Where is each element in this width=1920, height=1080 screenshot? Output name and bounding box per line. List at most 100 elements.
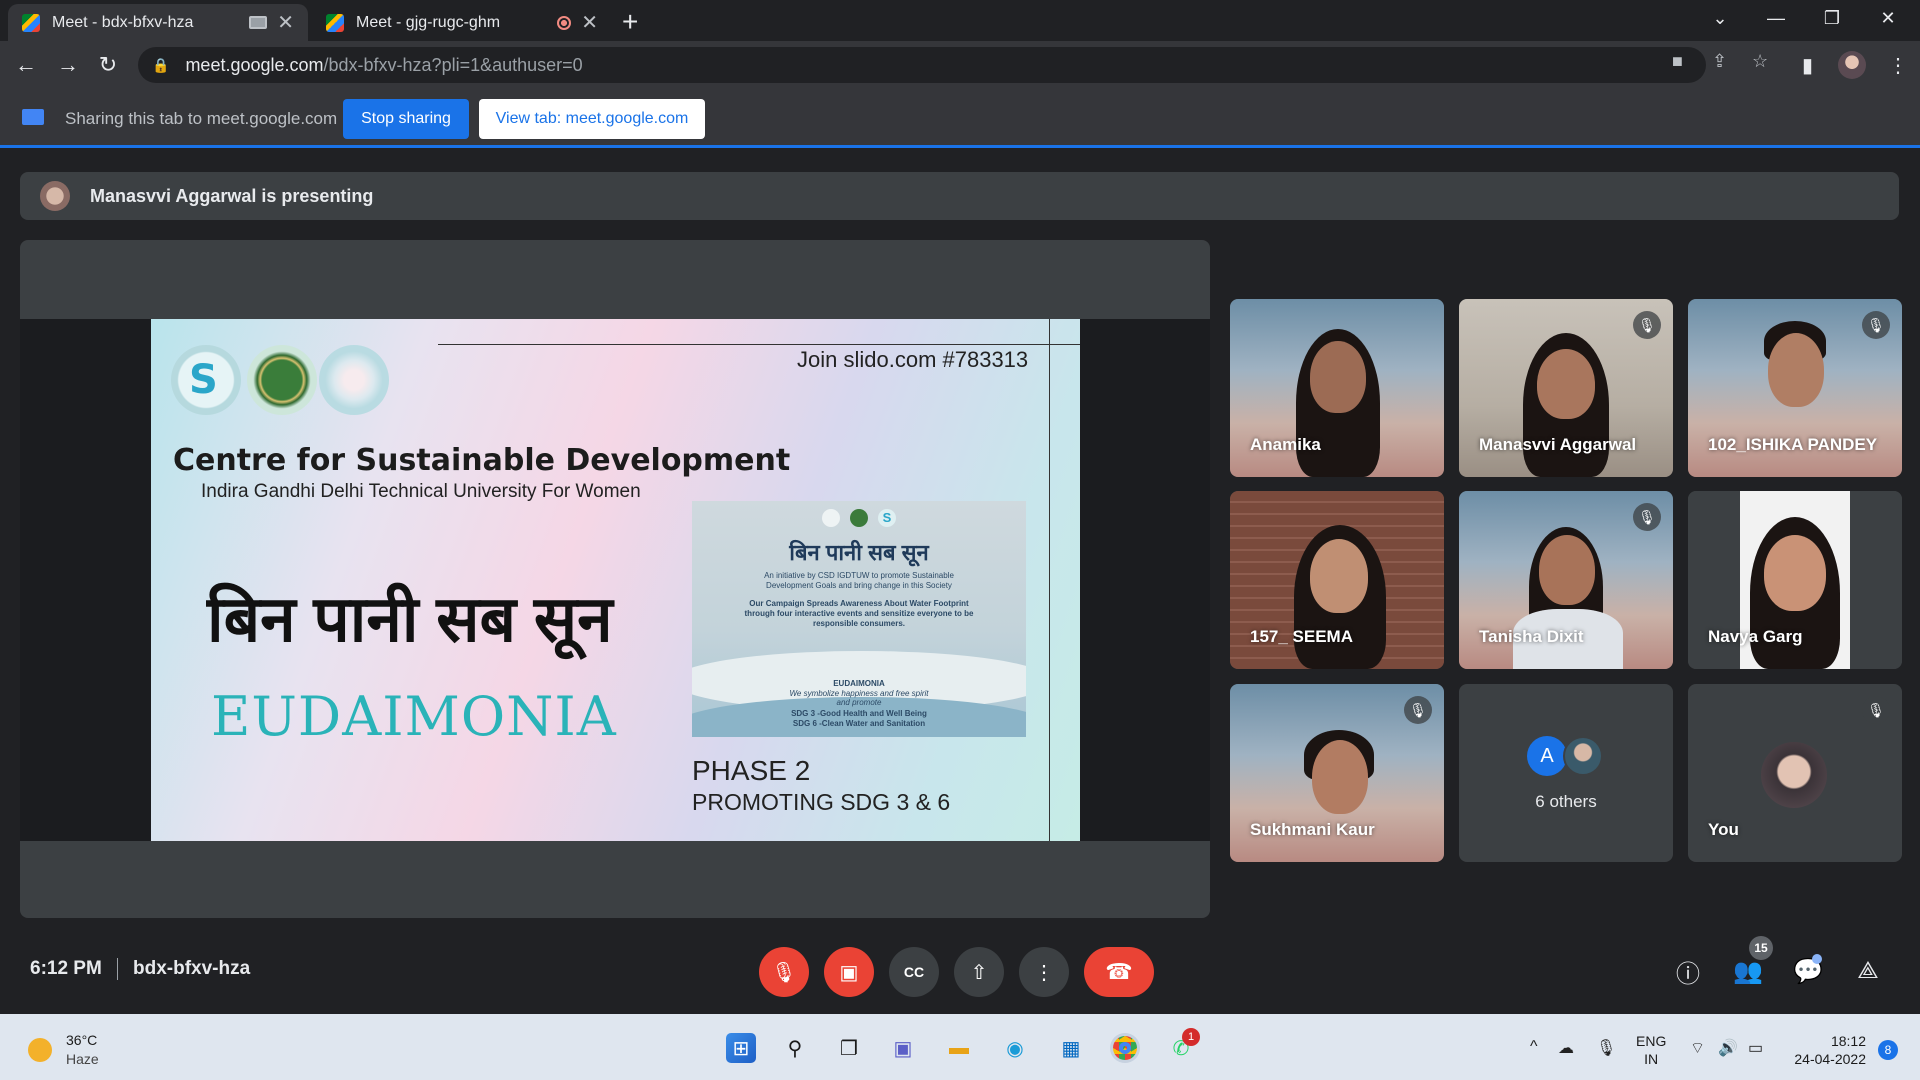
presenting-text: Manasvvi Aggarwal is presenting	[90, 185, 374, 206]
hang-up-icon: ☎	[1105, 959, 1133, 984]
store-button[interactable]: ▦	[1056, 1033, 1086, 1063]
others-tile[interactable]: A 6 others	[1459, 684, 1673, 862]
participant-tile[interactable]: 🎙 Manasvvi Aggarwal	[1459, 299, 1673, 477]
reload-button[interactable]: ↻	[92, 49, 124, 81]
leave-call-button[interactable]: ☎	[1084, 947, 1154, 997]
tab-meet-bdx[interactable]: Meet - bdx-bfxv-hza ✕	[8, 4, 308, 41]
captions-button[interactable]: CC	[889, 947, 939, 997]
view-tab-button[interactable]: View tab: meet.google.com	[479, 99, 705, 139]
others-avatar-initial: A	[1527, 736, 1567, 776]
meeting-code: bdx-bfxv-hza	[133, 958, 251, 979]
side-panel-icon[interactable]: ▮	[1802, 53, 1813, 78]
others-avatar-photo	[1563, 736, 1603, 776]
csd-logo: S	[171, 345, 241, 415]
input-language[interactable]: ENG IN	[1636, 1032, 1666, 1068]
participant-tile[interactable]: 🎙 Tanisha Dixit	[1459, 491, 1673, 669]
task-view-button[interactable]: ❐	[834, 1033, 864, 1063]
close-tab-icon[interactable]: ✕	[277, 10, 294, 35]
file-explorer-button[interactable]: ▬	[944, 1033, 974, 1063]
bookmark-star-icon[interactable]: ☆	[1752, 51, 1768, 72]
weather-sun-icon[interactable]	[28, 1038, 52, 1062]
forward-button[interactable]: →	[52, 49, 84, 81]
notification-badge[interactable]: 8	[1878, 1040, 1898, 1060]
poster-text: Development Goals and bring change in th…	[766, 581, 952, 590]
start-button[interactable]: ⊞	[726, 1033, 756, 1063]
captions-icon: CC	[903, 964, 925, 980]
participant-tile[interactable]: Anamika	[1230, 299, 1444, 477]
edge-button[interactable]: ◉	[1000, 1033, 1030, 1063]
recording-indicator-icon	[557, 15, 572, 30]
region-code: IN	[1644, 1051, 1659, 1067]
camera-off-icon: ▣	[839, 961, 859, 984]
onedrive-icon[interactable]: ☁	[1558, 1038, 1574, 1058]
close-tab-icon[interactable]: ✕	[581, 10, 598, 35]
poster-logo: S	[878, 509, 896, 527]
windows-icon: ⊞	[732, 1037, 750, 1060]
battery-icon[interactable]: ▭	[1748, 1038, 1763, 1058]
mic-off-icon: 🎙	[771, 961, 797, 984]
meeting-details-button[interactable]: ⓘ	[1671, 954, 1705, 988]
participant-face	[1310, 539, 1368, 613]
volume-icon[interactable]: 🔊	[1718, 1038, 1738, 1058]
participant-tile[interactable]: Navya Garg	[1688, 491, 1902, 669]
profile-avatar[interactable]	[1838, 51, 1866, 79]
back-button[interactable]: ←	[10, 49, 42, 81]
lock-icon: 🔒	[152, 56, 170, 73]
microphone-tray-icon[interactable]: 🎙	[1596, 1038, 1616, 1058]
search-button[interactable]: ⚲	[780, 1033, 810, 1063]
sharing-status-text: Sharing this tab to meet.google.com	[65, 109, 338, 128]
chrome-button[interactable]	[1110, 1033, 1140, 1063]
minimize-button[interactable]: —	[1748, 0, 1804, 36]
participant-tile[interactable]: 🎙 Sukhmani Kaur	[1230, 684, 1444, 862]
presentation-stage[interactable]: S Join slido.com #783313 Centre for Sust…	[20, 240, 1210, 918]
search-icon: ⚲	[787, 1037, 803, 1060]
more-options-button[interactable]: ⋮	[1019, 947, 1069, 997]
address-bar[interactable]: 🔒 meet.google.com /bdx-bfxv-hza?pli=1&au…	[138, 47, 1706, 83]
participant-tile[interactable]: 157_ SEEMA	[1230, 491, 1444, 669]
participant-face	[1537, 349, 1595, 419]
wifi-icon[interactable]: ⌔	[1690, 1038, 1705, 1058]
slide-heading: Centre for Sustainable Development	[173, 443, 791, 478]
stop-sharing-button[interactable]: Stop sharing	[343, 99, 469, 139]
system-clock[interactable]: 18:12 24-04-2022	[1786, 1032, 1866, 1068]
others-count: 6 others	[1535, 792, 1597, 811]
self-tile[interactable]: 🎙 You	[1688, 684, 1902, 862]
screen: Meet - bdx-bfxv-hza ✕ Meet - gjg-rugc-gh…	[0, 0, 1920, 1080]
chat-unread-dot	[1812, 954, 1822, 964]
url-host: meet.google.com	[185, 54, 324, 75]
present-screen-icon	[22, 109, 44, 125]
slide-subheading: Indira Gandhi Delhi Technical University…	[201, 481, 641, 502]
camera-in-use-icon[interactable]: ■	[1672, 51, 1683, 72]
tab-strip: Meet - bdx-bfxv-hza ✕ Meet - gjg-rugc-gh…	[0, 0, 1920, 41]
new-tab-button[interactable]: +	[622, 6, 638, 38]
temperature: 36°C	[66, 1032, 98, 1048]
restore-button[interactable]: ❐	[1804, 0, 1860, 36]
poster-text: We symbolize happiness and free spirit	[789, 689, 929, 698]
show-hidden-icons-button[interactable]: ^	[1530, 1038, 1538, 1056]
tab-search-button[interactable]: ⌄	[1692, 0, 1748, 36]
folder-icon: ▬	[949, 1036, 969, 1059]
participant-tile[interactable]: 🎙 102_ISHIKA PANDEY	[1688, 299, 1902, 477]
mic-off-icon: 🎙	[1633, 503, 1661, 531]
present-button[interactable]: ⇧	[954, 947, 1004, 997]
tab-meet-gjg[interactable]: Meet - gjg-rugc-ghm ✕	[312, 4, 612, 41]
more-vert-icon: ⋮	[1034, 961, 1054, 984]
browser-toolbar: ← → ↻ 🔒 meet.google.com /bdx-bfxv-hza?pl…	[0, 41, 1920, 89]
share-icon[interactable]: ⇪	[1712, 51, 1727, 72]
screen-share-indicator-icon	[249, 16, 268, 29]
close-window-button[interactable]: ✕	[1860, 0, 1916, 36]
hindi-slogan: बिन पानी सब सून	[207, 583, 613, 655]
edge-icon: ◉	[1006, 1037, 1024, 1060]
chrome-icon	[1113, 1036, 1137, 1060]
camera-toggle-button[interactable]: ▣	[824, 947, 874, 997]
participant-name: Tanisha Dixit	[1479, 627, 1584, 646]
activities-button[interactable]: ⟁	[1851, 954, 1885, 988]
microphone-toggle-button[interactable]: 🎙	[759, 947, 809, 997]
mic-off-icon: 🎙	[1404, 696, 1432, 724]
language-code: ENG	[1636, 1033, 1667, 1049]
menu-kebab-icon[interactable]: ⋮	[1888, 53, 1908, 78]
teams-chat-button[interactable]: ▣	[888, 1033, 918, 1063]
slide-vertical-line	[1049, 319, 1050, 841]
google-meet-icon	[22, 13, 40, 32]
poster-text: EUDAIMONIA	[833, 679, 885, 688]
